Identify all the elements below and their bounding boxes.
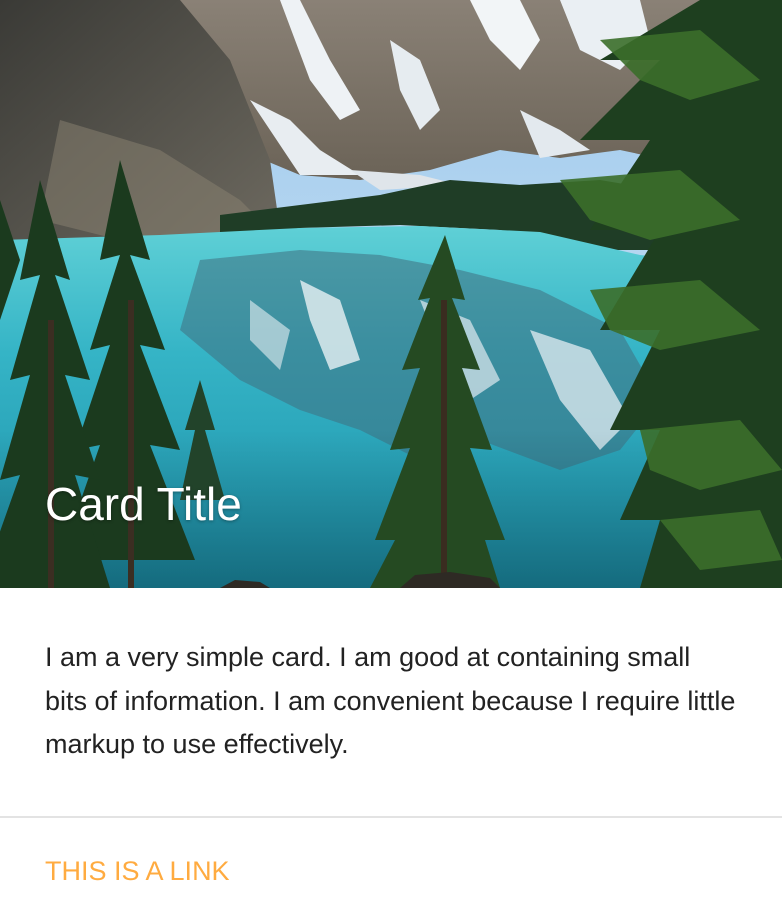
card-action: THIS IS A LINK: [0, 818, 782, 918]
card-image: Card Title: [0, 0, 782, 588]
card: Card Title I am a very simple card. I am…: [0, 0, 782, 918]
card-content: I am a very simple card. I am good at co…: [0, 588, 782, 816]
card-body-text: I am a very simple card. I am good at co…: [45, 642, 736, 759]
card-link[interactable]: THIS IS A LINK: [45, 854, 230, 888]
card-title: Card Title: [45, 478, 242, 530]
